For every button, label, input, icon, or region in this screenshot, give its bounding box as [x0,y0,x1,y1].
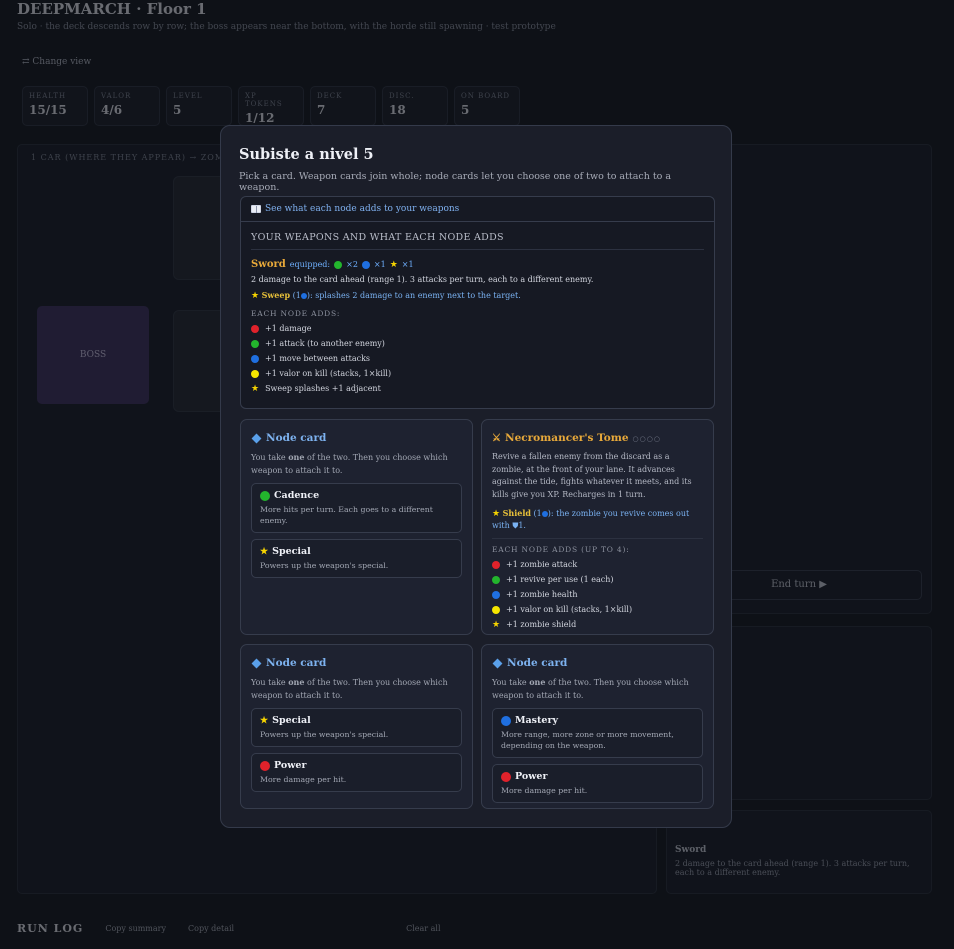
each-node-label: EACH NODE ADDS (UP TO 4): [492,545,630,554]
red-node-icon [492,560,500,569]
clear-all-button[interactable]: Clear all [406,924,440,933]
blue-node-icon [251,354,259,363]
option-power[interactable]: Power More damage per hit. [251,753,462,792]
book-icon [251,205,261,213]
node-reference-toggle[interactable]: See what each node adds to your weapons [241,197,714,222]
boss-card[interactable]: BOSS [37,306,149,404]
change-view-button[interactable]: ⇄ Change view [22,57,91,67]
equipped-weapon-desc: 2 damage to the card ahead (range 1). 3 … [675,859,910,877]
run-log-title: RUN LOG [17,922,84,935]
card-title: Node card [266,657,327,669]
option-power[interactable]: Power More damage per hit. [492,764,703,803]
level-up-modal: Subiste a nivel 5 Pick a card. Weapon ca… [220,125,732,828]
modal-title: Subiste a nivel 5 [239,146,374,163]
weapon-card-necromancers-tome[interactable]: ⚔ Necromancer's Tome ○○○○ Revive a fallen … [481,419,714,635]
blue-node-icon [501,715,511,726]
node-reference-panel: See what each node adds to your weapons … [240,196,715,409]
stat-valor: VALOR 4/6 [94,86,160,126]
game-subtitle: Solo · the deck descends row by row; the… [17,22,556,32]
card-title: Necromancer's Tome [504,432,629,444]
red-node-icon [251,324,259,333]
stat-level: LEVEL 5 [166,86,232,126]
crossed-swords-icon: ⚔ [492,432,501,444]
star-node-icon: ★ [389,259,398,270]
card-description: Revive a fallen enemy from the discard a… [492,452,692,499]
card-title: Node card [266,432,327,444]
star-node-icon: ★ [492,619,501,630]
game-title: DEEPMARCH · Floor 1 [17,0,207,18]
list-item: ★ Sweep splashes +1 adjacent [251,383,381,394]
list-item: +1 revive per use (1 each) [492,572,703,587]
weapon-line: Sword equipped: ×2 ×1 ★ ×1 [251,259,414,270]
stat-deck: DECK 7 [310,86,376,126]
node-adds-list: +1 damage +1 attack (to another enemy) +… [251,321,704,396]
stat-on-board: ON BOARD 5 [454,86,520,126]
blue-node-icon [361,260,370,269]
weapon-name: Sword [251,259,286,270]
copy-summary-button[interactable]: Copy summary [105,924,166,933]
diamond-icon [251,658,262,668]
stats-bar: HEALTH 15/15 VALOR 4/6 LEVEL 5 XP TOKENS 1/1… [22,86,520,126]
option-special[interactable]: ★ Special Powers up the weapon's special. [251,539,462,578]
option-cadence[interactable]: Cadence More hits per turn. Each goes to… [251,483,462,533]
list-item: +1 valor on kill (stacks, 1×kill) [492,602,703,617]
card-title: Node card [507,657,568,669]
blue-node-icon [492,590,500,599]
red-node-icon [260,760,270,771]
stat-xp: XP TOKENS 1/12 [238,86,304,126]
card-description: You take one of the two. Then you choose… [251,677,448,700]
option-special[interactable]: ★ Special Powers up the weapon's special. [251,708,462,747]
green-node-icon [251,339,259,348]
list-item: +1 damage [251,321,704,336]
star-node-icon: ★ [260,546,269,557]
run-log-bar: RUN LOG Copy summary Copy detail Clear a… [17,922,441,935]
list-item: +1 zombie health [492,587,703,602]
stat-health: HEALTH 15/15 [22,86,88,126]
list-item: +1 attack (to another enemy) [251,336,704,351]
red-node-icon [501,771,511,782]
node-card-1[interactable]: Node card You take one of the two. Then … [240,419,473,635]
green-node-icon [492,575,500,584]
card-description: You take one of the two. Then you choose… [492,677,689,700]
yellow-node-icon [492,605,500,614]
diamond-icon [492,658,503,668]
weapon-description: 2 damage to the card ahead (range 1). 3 … [251,275,594,284]
reference-heading: YOUR WEAPONS AND WHAT EACH NODE ADDS [251,232,704,250]
diamond-icon [251,433,262,443]
list-item: +1 move between attacks [251,351,704,366]
each-node-label: EACH NODE ADDS: [251,309,341,318]
equipped-weapon-name: Sword [675,845,707,855]
list-item: +1 zombie attack [492,557,703,572]
node-card-3[interactable]: Node card You take one of the two. Then … [481,644,714,809]
weapon-special: ★ Sweep (1): splashes 2 damage to an ene… [251,290,521,301]
node-adds-list: +1 zombie attack +1 revive per use (1 ea… [492,557,703,632]
list-item: ★ +1 zombie shield [492,619,577,630]
star-node-icon: ★ [260,715,269,726]
yellow-node-icon [251,369,259,378]
weapon-special: ★ Shield (1): the zombie you revive come… [492,508,690,530]
green-node-icon [260,490,270,501]
copy-detail-button[interactable]: Copy detail [188,924,234,933]
list-item: +1 valor on kill (stacks, 1×kill) [251,366,704,381]
modal-intro: Pick a card. Weapon cards join whole; no… [239,171,672,193]
star-node-icon: ★ [251,383,260,394]
node-card-2[interactable]: Node card You take one of the two. Then … [240,644,473,809]
node-slots-icon: ○○○○ [632,433,661,443]
lane-label: 1 CAR (WHERE THEY APPEAR) → ZOMBIE [31,153,242,162]
equipped-label: equipped: [289,260,331,269]
stat-discard: DISC. 18 [382,86,448,126]
green-node-icon [334,260,343,269]
card-description: You take one of the two. Then you choose… [251,452,448,475]
option-mastery[interactable]: Mastery More range, more zone or more mo… [492,708,703,758]
